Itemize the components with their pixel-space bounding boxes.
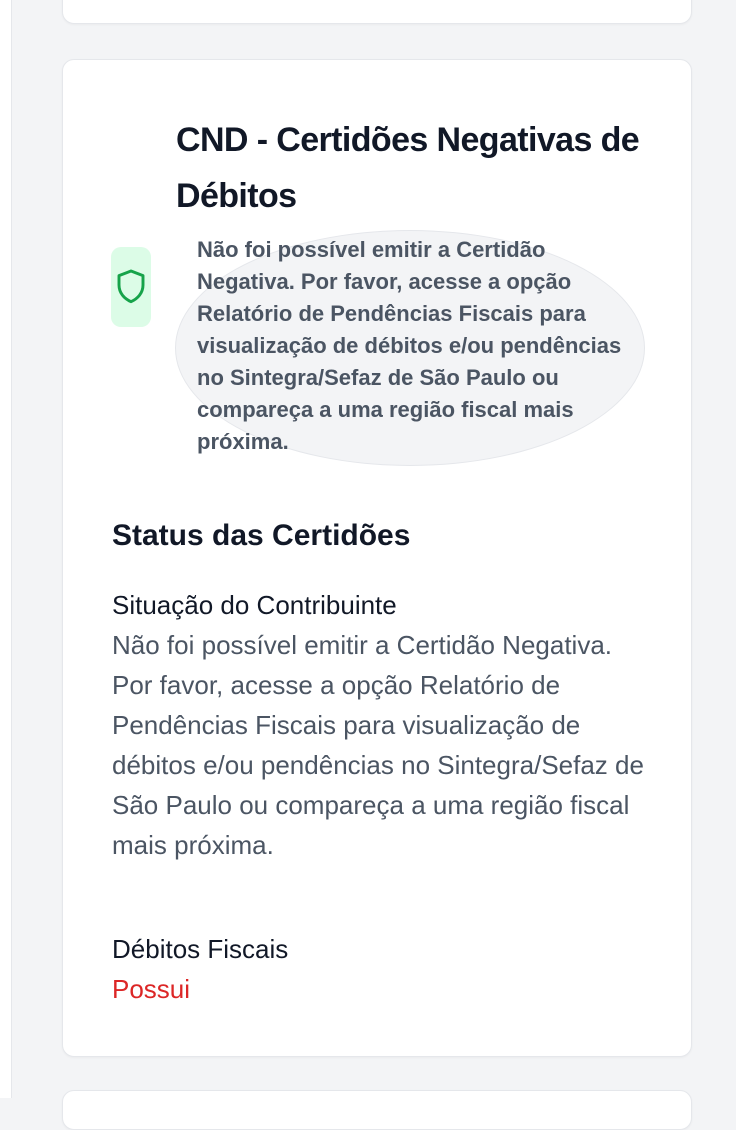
shield-icon [117, 269, 145, 304]
taxpayer-status-label: Situação do Contribuinte [112, 590, 397, 620]
notice-text: Não foi possível emitir a Certidão Negat… [197, 237, 622, 454]
shield-icon-tile [111, 247, 151, 327]
taxpayer-status-value: Não foi possível emitir a Certidão Negat… [112, 630, 644, 860]
card-title: CND - Certidões Negativas de Débitos [176, 121, 640, 215]
previous-card [62, 0, 692, 24]
next-card [62, 1090, 692, 1130]
tax-debts-label: Débitos Fiscais [112, 934, 289, 964]
tax-debts-value: Possui [112, 974, 191, 1004]
left-rail [0, 0, 12, 1098]
status-heading: Status das Certidões [112, 519, 411, 552]
cnd-card: CND - Certidões Negativas de Débitos Não… [62, 59, 692, 1057]
